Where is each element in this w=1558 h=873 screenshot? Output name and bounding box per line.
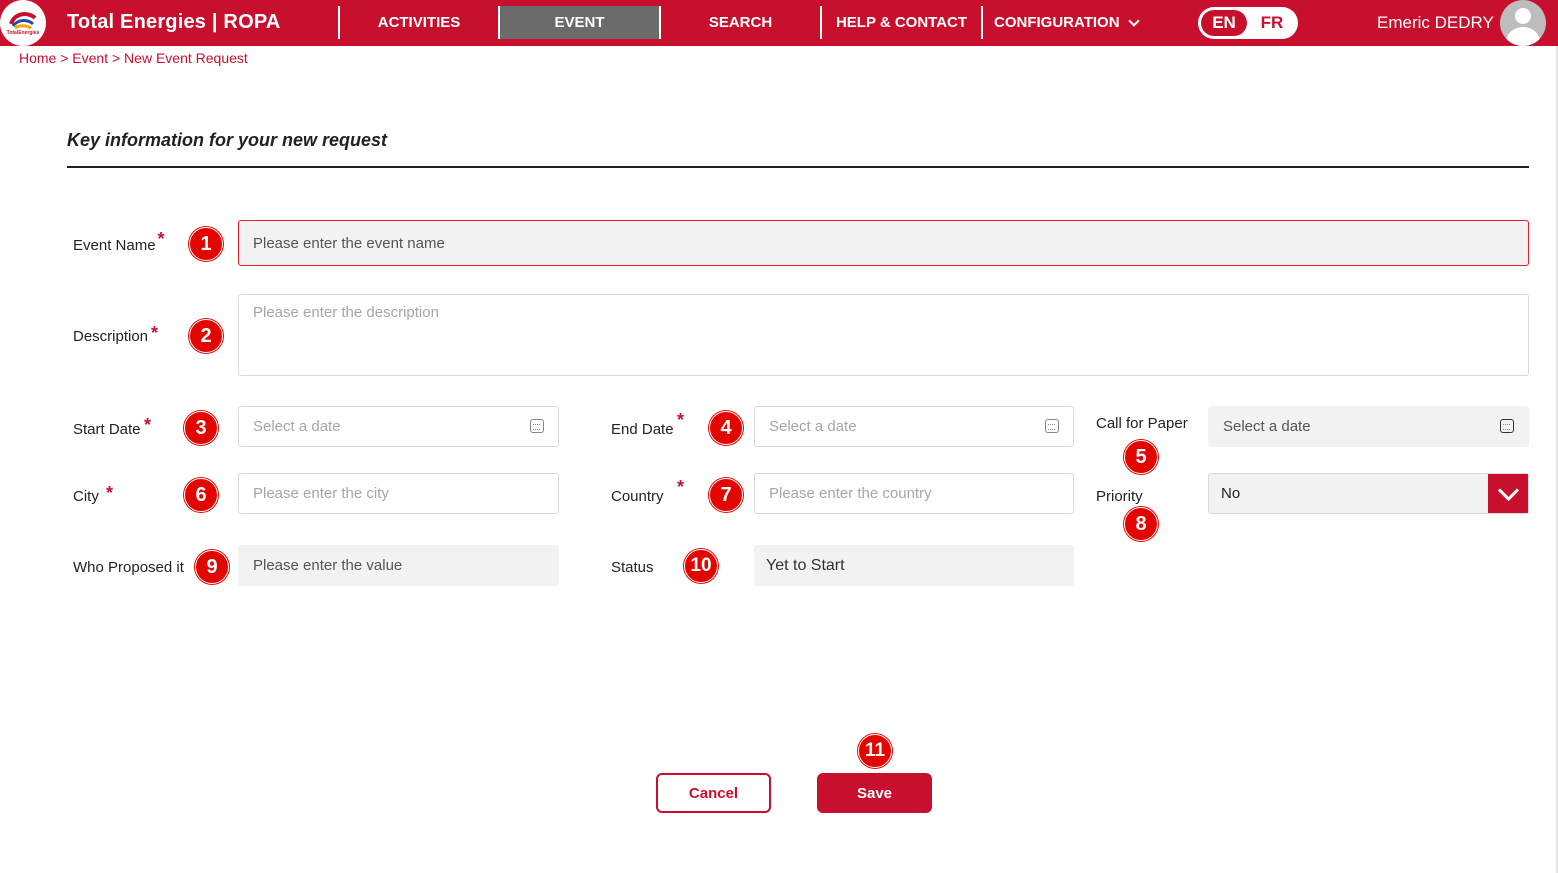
dropdown-toggle[interactable]: [1488, 474, 1528, 513]
calendar-icon[interactable]: [1045, 419, 1059, 433]
section-title: Key information for your new request: [67, 130, 388, 150]
end-date-label-text: End Date: [611, 421, 674, 438]
language-toggle[interactable]: EN FR: [1198, 7, 1298, 39]
avatar-icon[interactable]: [1500, 0, 1546, 46]
lang-fr-button[interactable]: FR: [1252, 10, 1292, 36]
annotation-badge-2: 2: [189, 319, 223, 353]
event-name-label: Event Name *: [73, 229, 165, 255]
totalenergies-logo[interactable]: TotalEnergies: [0, 0, 46, 46]
nav-search-label: SEARCH: [708, 14, 773, 31]
who-proposed-placeholder: Please enter the value: [253, 557, 403, 574]
city-input[interactable]: Please enter the city: [238, 473, 559, 514]
status-label: Status: [611, 559, 654, 576]
annotation-badge-1: 1: [189, 227, 223, 261]
nav-help-contact-label: HELP & CONTACT: [835, 14, 968, 31]
annotation-badge-7: 7: [709, 478, 743, 512]
start-date-label: Start Date: [73, 421, 141, 438]
annotation-badge-11: 11: [858, 734, 892, 768]
calendar-icon[interactable]: [1500, 419, 1514, 433]
required-asterisk: *: [144, 415, 152, 435]
country-label: Country: [611, 488, 664, 505]
user-name[interactable]: Emeric DEDRY: [1377, 13, 1494, 33]
lang-en-button[interactable]: EN: [1201, 10, 1247, 36]
required-asterisk: *: [106, 483, 114, 503]
calendar-icon[interactable]: [530, 419, 544, 433]
country-label-text: Country: [611, 488, 664, 505]
end-date-placeholder: Select a date: [769, 418, 857, 435]
nav-activities-label: ACTIVITIES: [377, 14, 461, 31]
annotation-badge-5: 5: [1124, 440, 1158, 474]
annotation-badge-9: 9: [195, 550, 229, 584]
logo-text: TotalEnergies: [6, 30, 40, 36]
event-name-label-text: Event Name: [73, 237, 156, 254]
section-divider: [67, 166, 1529, 168]
nav-activities[interactable]: ACTIVITIES: [340, 6, 498, 39]
end-date-label: End Date: [611, 421, 674, 438]
annotation-badge-3: 3: [184, 411, 218, 445]
description-label-text: Description: [73, 328, 149, 345]
app-title: Total Energies | ROPA: [67, 11, 281, 33]
description-placeholder: Please enter the description: [253, 304, 439, 321]
nav-search[interactable]: SEARCH: [661, 6, 820, 39]
city-label: City: [73, 488, 99, 505]
required-asterisk: *: [677, 477, 685, 497]
description-label: Description: [73, 328, 148, 345]
call-for-paper-placeholder: Select a date: [1223, 418, 1311, 435]
country-input[interactable]: Please enter the country: [754, 473, 1074, 514]
country-placeholder: Please enter the country: [769, 485, 932, 502]
required-asterisk: *: [677, 410, 685, 430]
priority-value: No: [1221, 485, 1241, 502]
annotation-badge-4: 4: [709, 411, 743, 445]
chevron-down-icon: [1497, 479, 1519, 502]
start-date-picker[interactable]: Select a date: [238, 406, 559, 447]
who-proposed-input[interactable]: Please enter the value: [238, 545, 559, 586]
nav-help-contact[interactable]: HELP & CONTACT: [822, 6, 981, 39]
top-bar: TotalEnergies Total Energies | ROPA ACTI…: [0, 0, 1558, 46]
status-field: Yet to Start: [754, 545, 1074, 586]
nav-event[interactable]: EVENT: [500, 6, 659, 39]
status-value: Yet to Start: [766, 556, 845, 574]
annotation-badge-10: 10: [684, 549, 718, 583]
cancel-button[interactable]: Cancel: [656, 773, 771, 813]
event-name-placeholder: Please enter the event name: [253, 234, 445, 252]
priority-label: Priority: [1096, 488, 1143, 505]
call-for-paper-picker[interactable]: Select a date: [1208, 406, 1529, 447]
nav-configuration-label: CONFIGURATION: [994, 14, 1120, 31]
chevron-down-icon: [1127, 14, 1140, 27]
event-name-input[interactable]: Please enter the event name: [238, 220, 1529, 266]
start-date-placeholder: Select a date: [253, 418, 341, 435]
description-textarea[interactable]: Please enter the description: [238, 294, 1529, 376]
call-for-paper-label: Call for Paper: [1096, 415, 1188, 432]
who-proposed-label: Who Proposed it: [73, 559, 184, 576]
annotation-badge-8: 8: [1124, 507, 1158, 541]
end-date-picker[interactable]: Select a date: [754, 406, 1074, 447]
required-asterisk: *: [151, 323, 159, 343]
logo-icon: [9, 12, 37, 30]
priority-select[interactable]: No: [1208, 473, 1529, 514]
breadcrumb[interactable]: Home > Event > New Event Request: [19, 50, 248, 66]
required-asterisk: *: [157, 229, 165, 249]
nav-configuration[interactable]: CONFIGURATION: [983, 6, 1141, 39]
nav-event-label: EVENT: [554, 14, 605, 31]
city-placeholder: Please enter the city: [253, 485, 389, 502]
annotation-badge-6: 6: [184, 478, 218, 512]
city-label-text: City: [73, 488, 99, 505]
start-date-label-text: Start Date: [73, 421, 141, 438]
save-button[interactable]: Save: [817, 773, 932, 813]
